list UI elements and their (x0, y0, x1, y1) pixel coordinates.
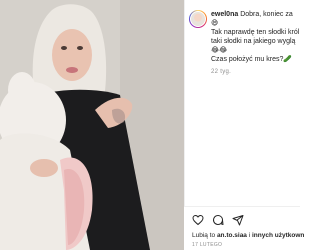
caption-text: ewel0na Dobra, koniec za 😄 Tak naprawdę … (211, 10, 299, 77)
avatar-image (190, 11, 206, 27)
caption-line: taki słodki na jakiego wyglą (211, 38, 296, 45)
heart-icon[interactable] (192, 214, 204, 226)
post-actions: Lubią to an.to.siaa i innych użytkown 17… (184, 206, 304, 251)
caption-line: Tak naprawdę ten słodki król (211, 29, 300, 36)
caption-block: ewel0na Dobra, koniec za 😄 Tak naprawdę … (189, 10, 301, 77)
post-time-ago[interactable]: 22 tyg. (211, 68, 299, 77)
post-date: 17 LUTEGO (192, 242, 223, 248)
caption-line: 😂😂 (211, 47, 228, 54)
other-likers-link[interactable]: innych użytkown (252, 232, 304, 239)
likes-summary: Lubią to an.to.siaa i innych użytkown (192, 232, 304, 239)
caption-line: 😄 (211, 20, 219, 27)
share-icon[interactable] (232, 214, 244, 226)
post-photo (0, 0, 184, 250)
liked-by-user-link[interactable]: an.to.siaa (217, 232, 247, 239)
caption-line: Dobra, koniec za (240, 11, 293, 18)
username-link[interactable]: ewel0na (211, 11, 238, 18)
photo-illustration (0, 0, 184, 250)
likes-prefix: Lubią to (192, 232, 217, 239)
avatar[interactable] (189, 10, 207, 28)
comment-icon[interactable] (212, 214, 224, 226)
caption-line: Czas położyć mu kres?🥒 (211, 56, 293, 63)
action-icons (192, 214, 244, 226)
